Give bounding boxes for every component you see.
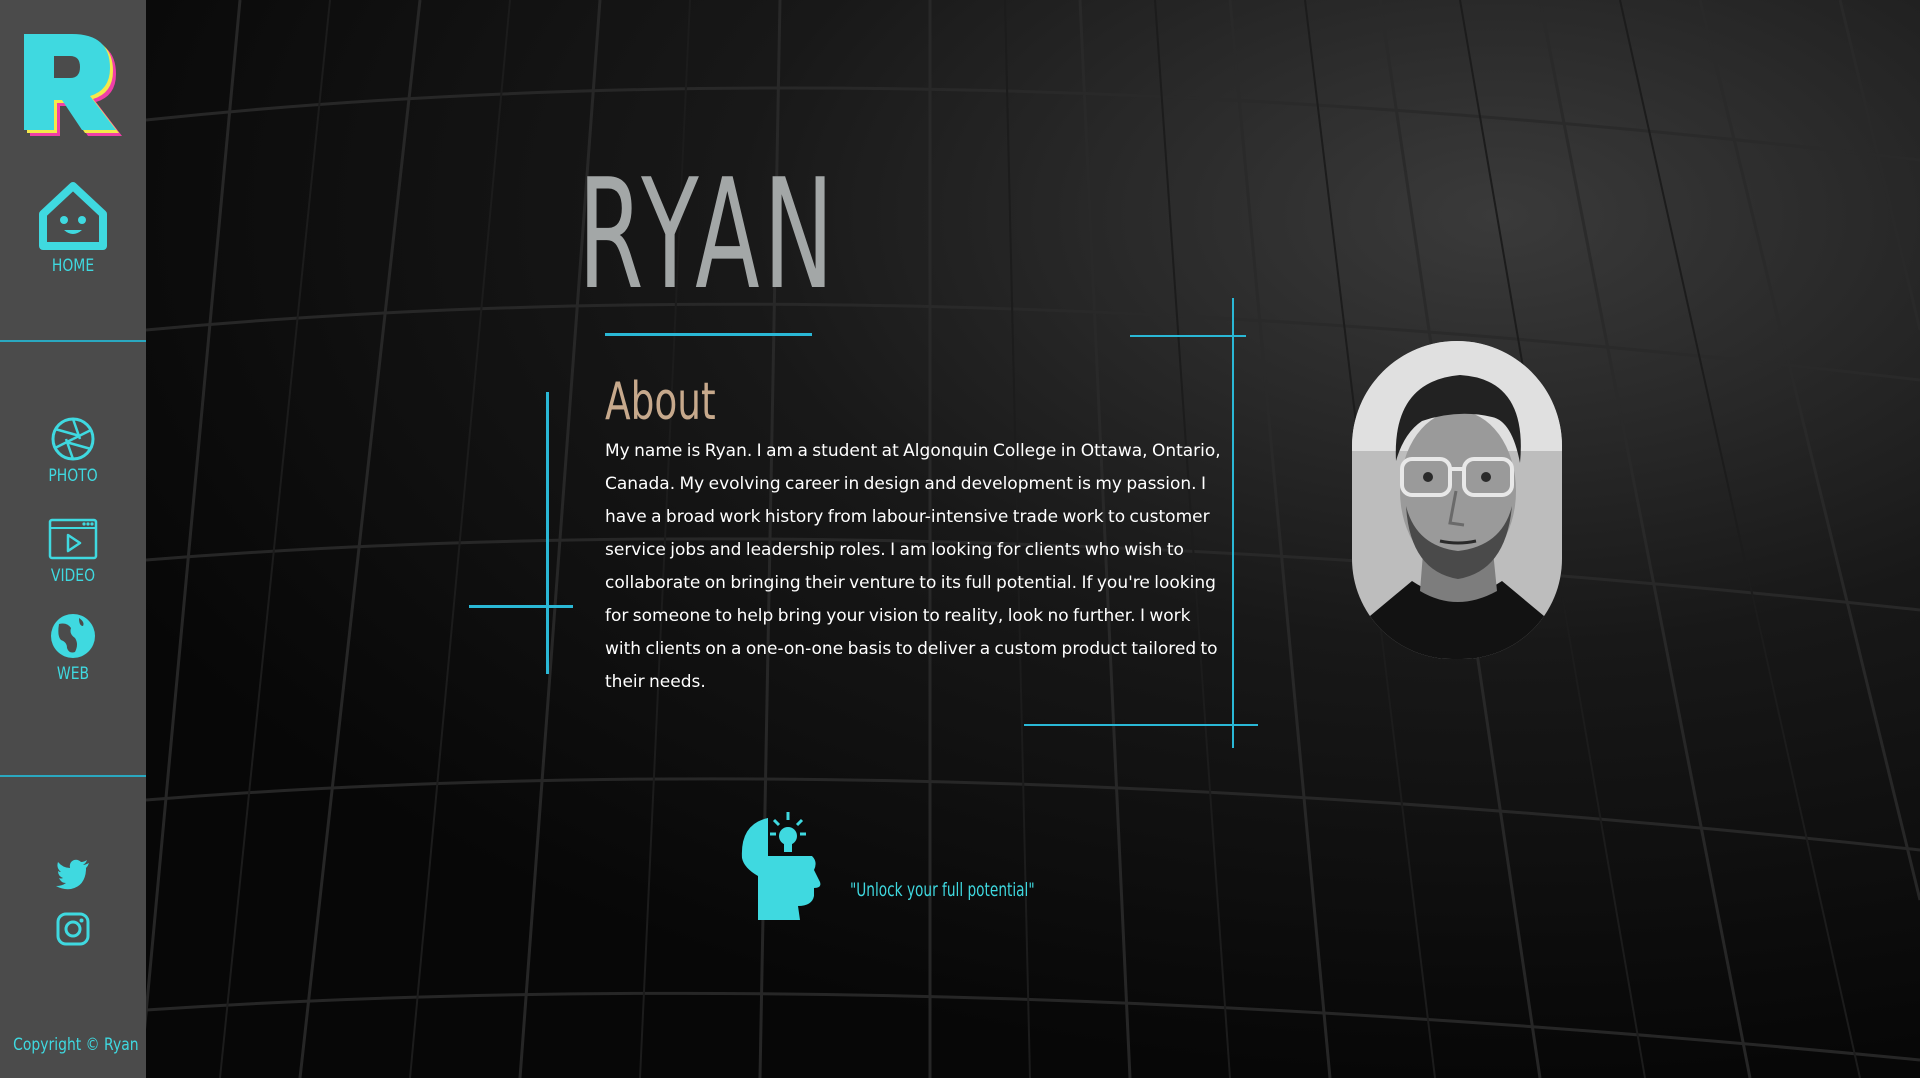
logo[interactable] xyxy=(20,34,128,140)
tagline-quote: "Unlock your full potential" xyxy=(850,879,1035,901)
camera-aperture-icon xyxy=(51,417,95,461)
video-player-icon xyxy=(48,518,98,560)
title-underline xyxy=(605,333,812,336)
nav-photo-label: PHOTO xyxy=(48,466,98,486)
frame-top-line xyxy=(1130,335,1246,337)
twitter-icon[interactable] xyxy=(55,856,91,892)
nav-home[interactable]: HOME xyxy=(0,180,146,276)
nav-photo[interactable]: PHOTO xyxy=(0,416,146,486)
frame-vertical-line xyxy=(1232,298,1234,748)
page-title: RYAN xyxy=(578,146,838,323)
frame-bottom-line xyxy=(1024,724,1258,726)
sidebar-divider-bottom xyxy=(0,775,146,777)
about-heading: About xyxy=(605,372,716,432)
nav-video[interactable]: VIDEO xyxy=(0,518,146,586)
nav-web-label: WEB xyxy=(56,664,90,684)
nav-video-label: VIDEO xyxy=(50,566,96,586)
copyright-text: Copyright © Ryan xyxy=(13,1035,139,1055)
home-icon xyxy=(39,182,107,250)
nav-web[interactable]: WEB xyxy=(0,612,146,684)
globe-icon xyxy=(51,614,95,658)
instagram-icon[interactable] xyxy=(55,911,91,947)
crosshair-vertical-line xyxy=(546,392,549,674)
portrait-photo xyxy=(1352,341,1562,659)
crosshair-horizontal-line xyxy=(469,605,573,608)
about-paragraph: My name is Ryan. I am a student at Algon… xyxy=(605,441,1221,692)
head-lightbulb-icon xyxy=(741,812,821,920)
sidebar: HOME PHOTO VIDEO WEB Copyright © Ryan xyxy=(0,0,146,1078)
nav-home-label: HOME xyxy=(51,256,95,276)
sidebar-divider-top xyxy=(0,340,146,342)
